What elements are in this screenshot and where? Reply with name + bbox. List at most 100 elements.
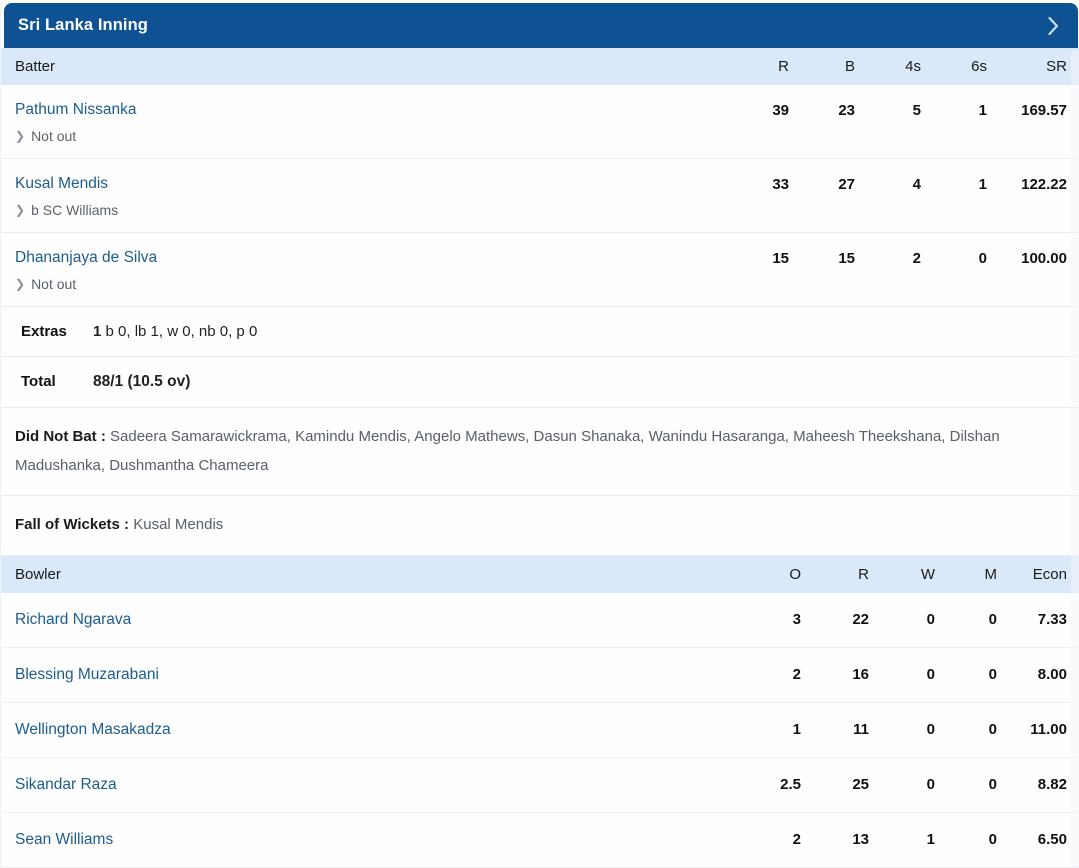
batter-stats-line: Pathum Nissanka 39 23 5 1 169.57 [15, 101, 1067, 119]
extras-value: 1 b 0, lb 1, w 0, nb 0, p 0 [93, 323, 257, 340]
bowler-wickets: 0 [926, 666, 935, 683]
batting-header-fours: 4s [905, 58, 921, 75]
batter-dismissal[interactable]: ❯ b SC Williams [15, 202, 1067, 218]
table-row: Pathum Nissanka 39 23 5 1 169.57 ❯ Not o… [1, 85, 1079, 159]
batting-header-strike-rate: SR [1046, 58, 1067, 75]
batter-name-link[interactable]: Kusal Mendis [15, 175, 723, 193]
did-not-bat-label: Did Not Bat : [15, 428, 106, 445]
fall-of-wickets-label: Fall of Wickets : [15, 516, 130, 533]
total-label: Total [21, 373, 56, 390]
fall-of-wickets-value: Kusal Mendis [133, 516, 224, 533]
bowling-header-wickets: W [920, 565, 935, 583]
batter-balls: 27 [838, 175, 855, 193]
batting-table-header: Batter R B 4s 6s SR [1, 48, 1079, 85]
batter-fours: 4 [912, 175, 921, 193]
bowler-maidens: 0 [988, 666, 997, 683]
bowler-wickets: 0 [926, 776, 935, 793]
bowler-economy: 8.82 [1037, 776, 1067, 793]
bowler-wickets: 1 [926, 831, 935, 848]
batting-header-sixes: 6s [971, 58, 987, 75]
batter-fours: 5 [912, 101, 921, 119]
batting-header-runs: R [778, 58, 789, 75]
chevron-right-small-icon: ❯ [15, 277, 26, 291]
innings-title: Sri Lanka Inning [18, 16, 148, 34]
bowler-maidens: 0 [988, 721, 997, 738]
bowler-economy: 8.00 [1037, 666, 1067, 683]
batter-runs: 39 [772, 101, 789, 119]
batting-header-name: Batter [15, 58, 56, 75]
batter-stats-line: Dhananjaya de Silva 15 15 2 0 100.00 [15, 249, 1067, 267]
bowler-economy: 6.50 [1037, 831, 1067, 848]
batter-stats-line: Kusal Mendis 33 27 4 1 122.22 [15, 175, 1067, 193]
innings-header[interactable]: Sri Lanka Inning [4, 3, 1078, 48]
batter-dismissal-text: b SC Williams [31, 202, 119, 218]
batter-sixes: 1 [978, 101, 987, 119]
batter-strike-rate: 169.57 [1021, 101, 1067, 119]
total-value: 88/1 (10.5 ov) [93, 373, 191, 390]
table-row: Kusal Mendis 33 27 4 1 122.22 ❯ b SC Wil… [1, 159, 1079, 233]
table-row: Dhananjaya de Silva 15 15 2 0 100.00 ❯ N… [1, 233, 1079, 307]
bowler-maidens: 0 [988, 831, 997, 848]
extras-total: 1 [93, 323, 102, 340]
bowler-wickets: 0 [926, 611, 935, 628]
bowler-runs: 25 [852, 776, 869, 793]
bowler-maidens: 0 [988, 776, 997, 793]
bowling-header-economy: Econ [1032, 565, 1067, 583]
batter-sixes: 1 [978, 175, 987, 193]
bowler-runs: 13 [852, 831, 869, 848]
bowler-runs: 16 [852, 666, 869, 683]
bowling-header-overs: O [789, 565, 801, 583]
batter-strike-rate: 122.22 [1021, 175, 1067, 193]
bowler-maidens: 0 [988, 611, 997, 628]
did-not-bat-players: Sadeera Samarawickrama, Kamindu Mendis, … [15, 428, 1000, 474]
batting-header-balls: B [844, 58, 855, 75]
bowler-overs: 2 [792, 666, 801, 683]
extras-row: Extras 1 b 0, lb 1, w 0, nb 0, p 0 [1, 307, 1079, 357]
table-row: Sean Williams 2 13 1 0 6.50 [1, 812, 1079, 868]
fall-of-wickets-row: Fall of Wickets : Kusal Mendis [1, 496, 1079, 556]
batter-dismissal-text: Not out [31, 128, 77, 144]
bowler-economy: 11.00 [1030, 721, 1067, 738]
extras-label: Extras [21, 323, 67, 340]
table-row: Richard Ngarava 3 22 0 0 7.33 [1, 592, 1079, 648]
bowling-header-runs: R [858, 565, 869, 583]
table-row: Blessing Muzarabani 2 16 0 0 8.00 [1, 647, 1079, 703]
table-row: Wellington Masakadza 1 11 0 0 11.00 [1, 702, 1079, 758]
batter-sixes: 0 [978, 249, 987, 267]
bowler-name-link[interactable]: Wellington Masakadza [15, 721, 739, 739]
chevron-right-icon[interactable] [1042, 15, 1064, 37]
bowling-header-maidens: M [984, 565, 998, 583]
bowler-name-link[interactable]: Blessing Muzarabani [15, 666, 739, 684]
bowler-overs: 3 [792, 611, 801, 628]
chevron-right-small-icon: ❯ [15, 203, 26, 217]
batter-dismissal[interactable]: ❯ Not out [15, 276, 1067, 292]
batter-runs: 15 [772, 249, 789, 267]
batter-strike-rate: 100.00 [1021, 249, 1067, 267]
batter-name-link[interactable]: Pathum Nissanka [15, 101, 723, 119]
table-row: Sikandar Raza 2.5 25 0 0 8.82 [1, 757, 1079, 813]
total-row: Total 88/1 (10.5 ov) [1, 357, 1079, 408]
batter-balls: 15 [838, 249, 855, 267]
bowler-overs: 2 [792, 831, 801, 848]
scorecard-panel: Sri Lanka Inning Batter R B 4s 6s SR Pat… [0, 3, 1079, 868]
bowler-overs: 1 [792, 721, 801, 738]
extras-breakdown: b 0, lb 1, w 0, nb 0, p 0 [105, 323, 258, 340]
bowling-table-header: Bowler O R W M Econ [1, 555, 1079, 593]
bowler-runs: 22 [852, 611, 869, 628]
did-not-bat-row: Did Not Bat : Sadeera Samarawickrama, Ka… [1, 408, 1079, 496]
batter-balls: 23 [838, 101, 855, 119]
bowler-name-link[interactable]: Sikandar Raza [15, 776, 739, 794]
bowler-wickets: 0 [926, 721, 935, 738]
batter-name-link[interactable]: Dhananjaya de Silva [15, 249, 723, 267]
bowler-name-link[interactable]: Sean Williams [15, 831, 739, 849]
bowler-overs: 2.5 [780, 776, 801, 793]
bowler-runs: 11 [853, 721, 869, 738]
batter-dismissal[interactable]: ❯ Not out [15, 128, 1067, 144]
bowler-name-link[interactable]: Richard Ngarava [15, 611, 739, 629]
batter-fours: 2 [912, 249, 921, 267]
chevron-right-small-icon: ❯ [15, 129, 26, 143]
bowler-economy: 7.33 [1037, 611, 1067, 628]
batter-dismissal-text: Not out [31, 276, 77, 292]
batter-runs: 33 [772, 175, 789, 193]
bowling-header-name: Bowler [15, 565, 61, 583]
